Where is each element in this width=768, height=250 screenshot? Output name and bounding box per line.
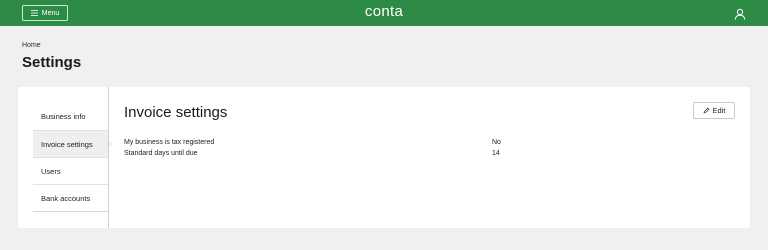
sidebar-item-label: Users (41, 166, 61, 176)
pencil-icon (703, 107, 709, 114)
sidebar-item-label: Business info (41, 112, 86, 121)
top-navigation-bar: Menu conta (0, 0, 768, 26)
page-title: Settings (22, 54, 82, 71)
settings-side-nav: Business info Invoice settings Users Ban… (33, 103, 113, 212)
vertical-divider (108, 87, 109, 228)
setting-label: Standard days until due (124, 150, 198, 157)
sidebar-item-business-info[interactable]: Business info (33, 103, 108, 130)
settings-card: Business info Invoice settings Users Ban… (18, 87, 750, 228)
section-title: Invoice settings (124, 104, 228, 121)
user-icon[interactable] (734, 8, 746, 20)
breadcrumb-home-link[interactable]: Home (22, 42, 41, 49)
breadcrumb: Home (22, 42, 41, 49)
sidebar-item-users[interactable]: Users (33, 157, 108, 184)
setting-value: 14 (492, 150, 500, 157)
sidebar-item-label: Bank accounts (41, 193, 91, 203)
sidebar-item-invoice-settings[interactable]: Invoice settings (33, 130, 113, 157)
sidebar-item-bank-accounts[interactable]: Bank accounts (33, 184, 108, 211)
sidebar-item-label: Invoice settings (41, 139, 93, 149)
setting-value: No (492, 139, 501, 146)
setting-label: My business is tax registered (124, 139, 215, 146)
edit-button[interactable]: Edit (693, 102, 735, 119)
edit-button-label: Edit (712, 106, 726, 115)
conta-logo[interactable]: conta (0, 3, 768, 20)
